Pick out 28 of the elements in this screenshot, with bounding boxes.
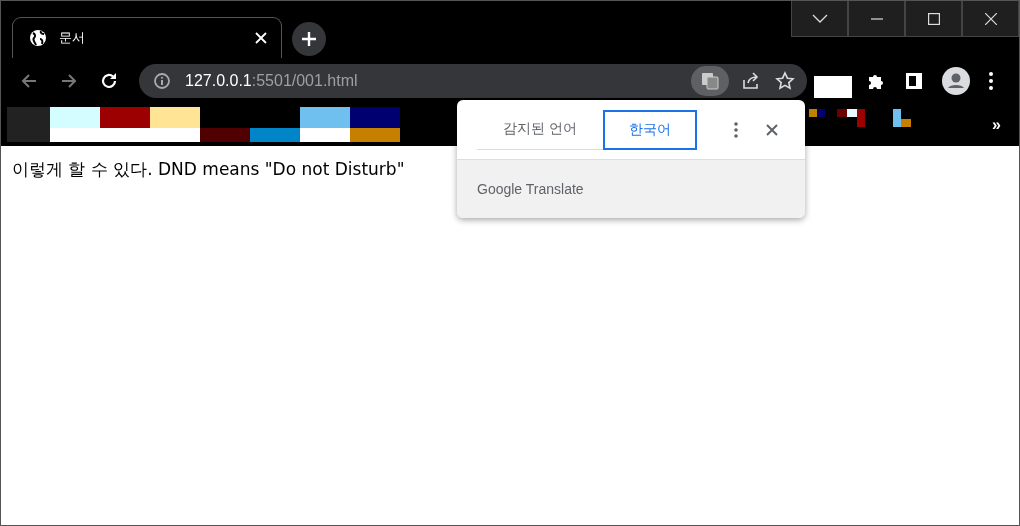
address-bar[interactable]: 127.0.0.1:5501/001.html [139,64,807,98]
page-text: 이렇게 할 수 있다. DND means "Do not Disturb" [12,158,406,181]
close-icon[interactable] [765,122,779,137]
browser-tab[interactable]: 문서 [12,17,282,58]
more-bookmarks-button[interactable]: » [992,115,1001,134]
close-icon [984,12,997,25]
plus-icon [300,30,318,48]
translate-icon[interactable] [691,66,729,96]
tab-title: 문서 [59,29,85,47]
side-panel-icon[interactable] [904,71,924,91]
globe-icon [29,29,47,47]
close-tab-icon[interactable] [255,32,267,44]
blank-block [814,76,852,98]
reload-icon[interactable] [99,71,119,91]
bookmark-star-icon[interactable] [775,71,795,91]
minimize-icon [870,17,883,20]
share-icon[interactable] [741,71,761,91]
url-text: 127.0.0.1:5501/001.html [185,72,358,90]
google-translate-label: Google Translate [477,181,584,197]
profile-avatar[interactable] [942,67,970,95]
language-tab[interactable]: 한국어 [603,109,698,150]
menu-icon[interactable] [988,71,994,91]
more-options-icon[interactable] [733,120,739,139]
maximize-icon [927,12,940,25]
maximize-button[interactable] [905,1,962,37]
new-tab-button[interactable] [292,22,326,56]
info-icon[interactable] [153,72,171,90]
dropdown-icon [811,14,828,23]
